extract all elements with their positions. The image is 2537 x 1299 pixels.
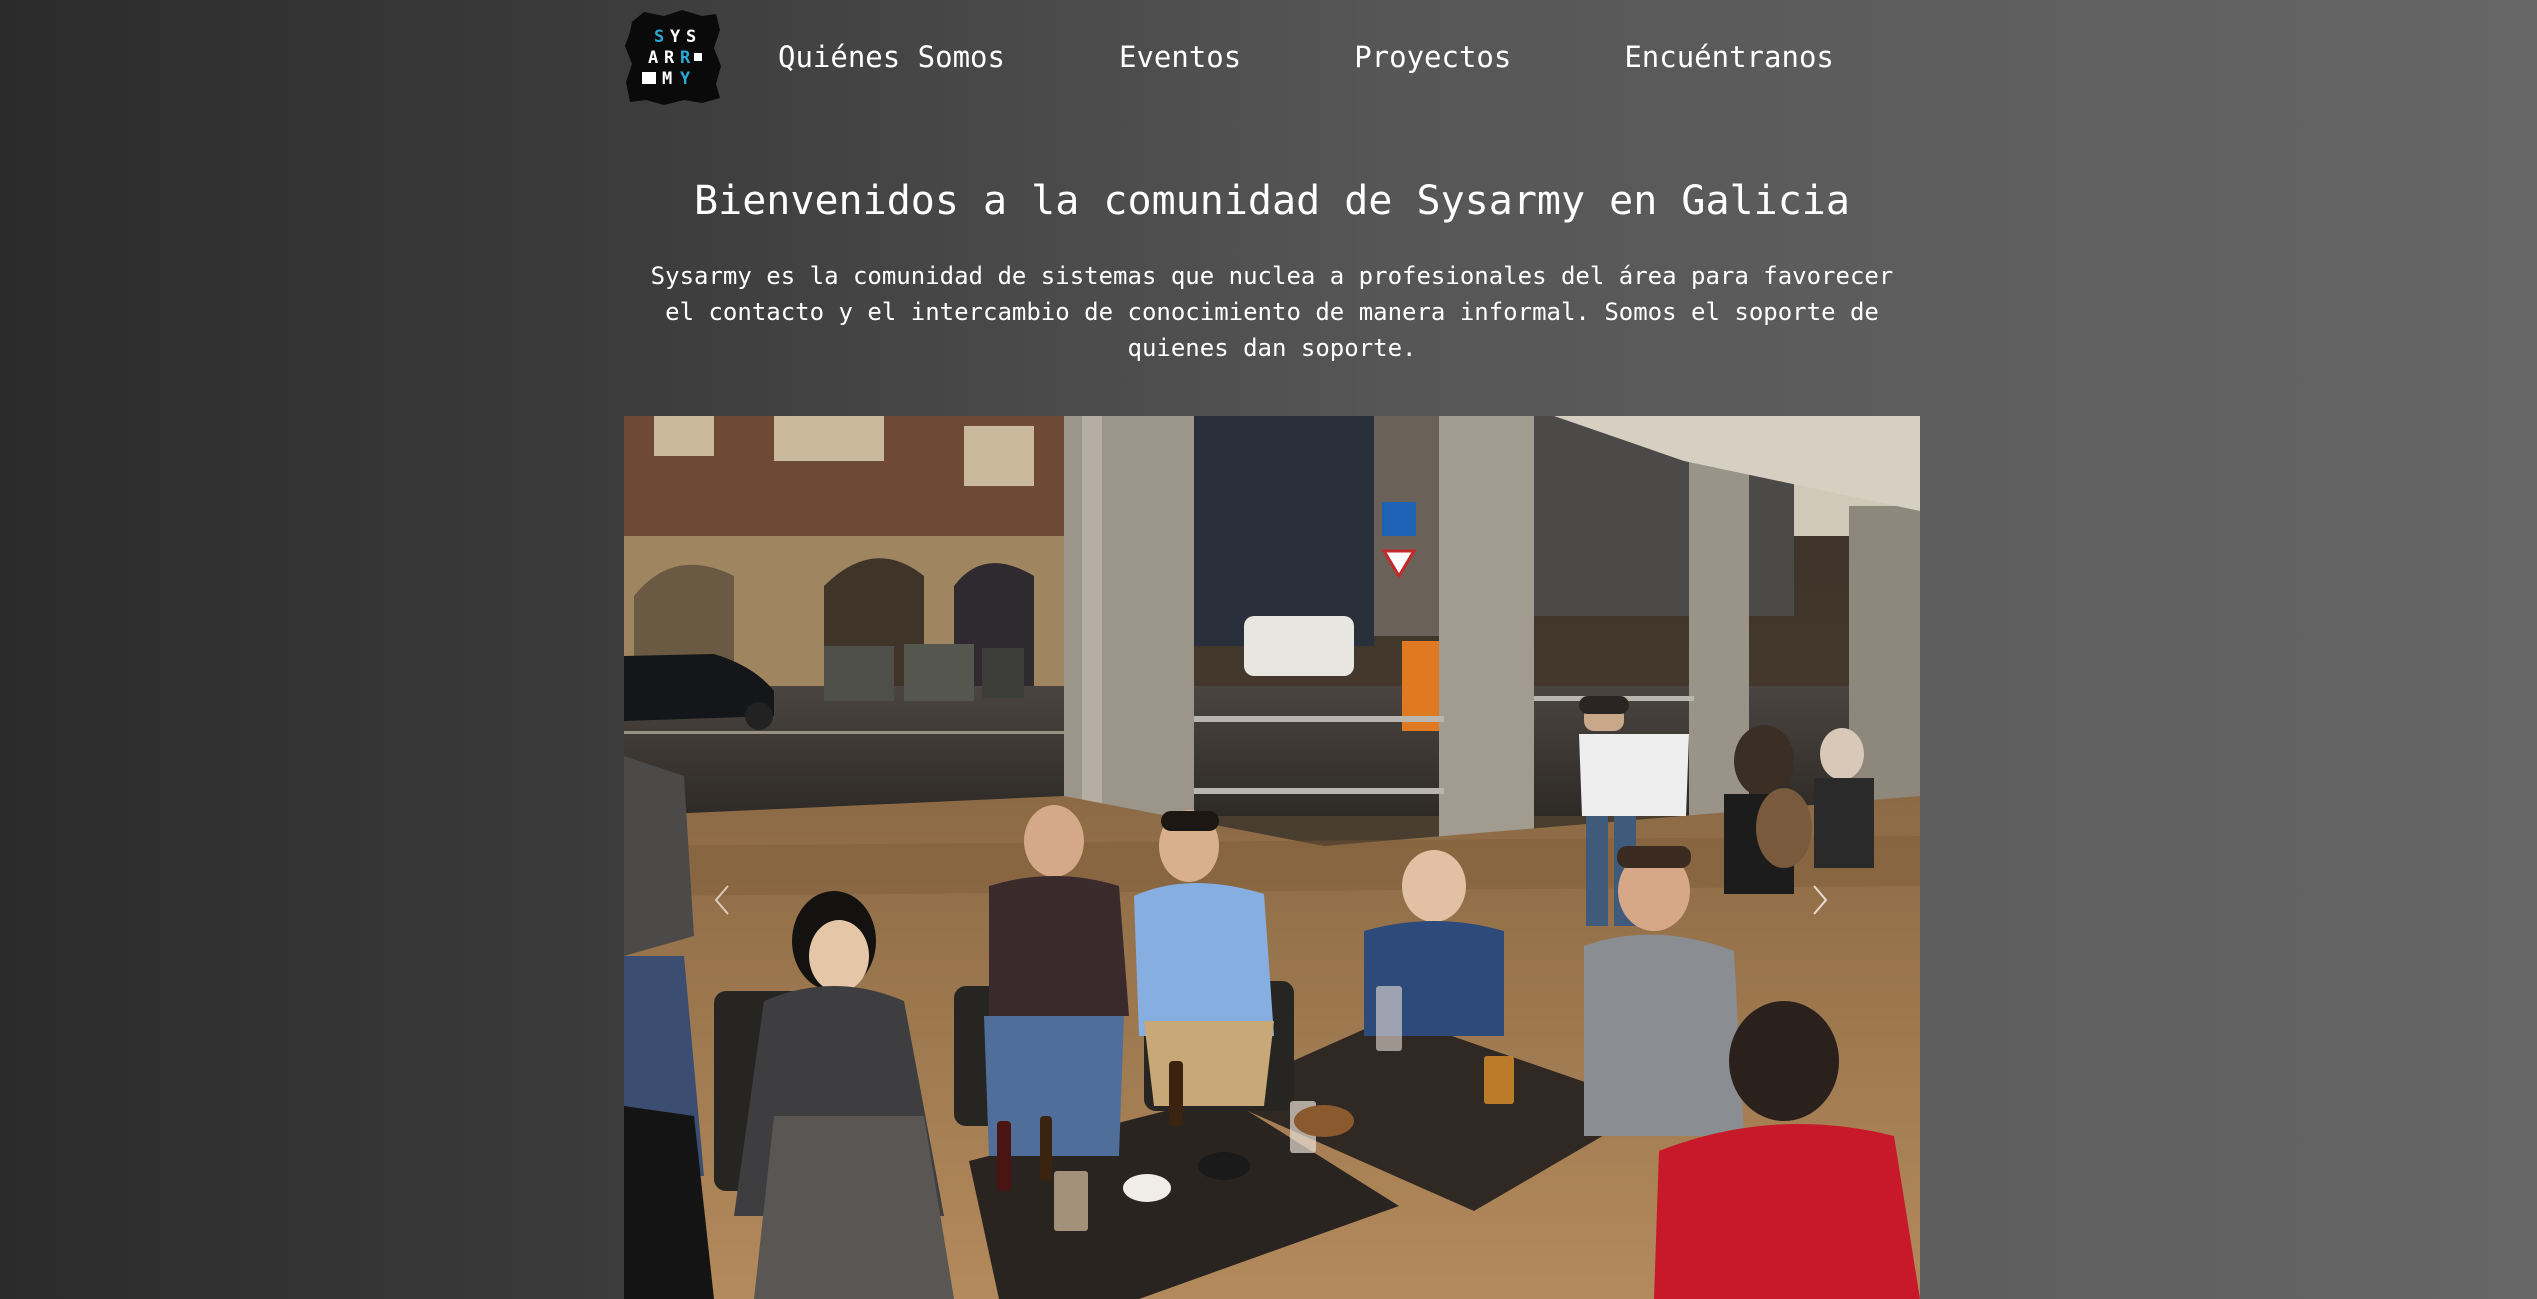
intro-paragraph: Sysarmy es la comunidad de sistemas que … [650, 262, 1894, 362]
carousel-photo [624, 416, 1920, 1299]
chevron-left-icon [714, 885, 729, 915]
svg-text:M: M [662, 69, 672, 89]
svg-text:R: R [680, 48, 691, 68]
page-title: Bienvenidos a la comunidad de Sysarmy en… [694, 178, 1850, 224]
svg-text:S: S [654, 27, 664, 47]
nav-eventos[interactable]: Eventos [1119, 40, 1241, 74]
svg-text:A: A [648, 48, 658, 68]
nav-encuentranos[interactable]: Encuéntranos [1624, 40, 1834, 74]
svg-text:R: R [664, 48, 675, 68]
carousel-next-button[interactable] [1800, 870, 1840, 930]
sysarmy-logo-icon: S Y S A R R M Y [625, 10, 721, 105]
main-nav: Quiénes Somos Eventos Proyectos Encuéntr… [778, 40, 1834, 74]
carousel-prev-button[interactable] [702, 870, 742, 930]
svg-text:Y: Y [680, 69, 691, 89]
chevron-right-icon [1813, 885, 1828, 915]
site-header: S Y S A R R M Y Quiénes Somos Eventos Pr… [624, 8, 1834, 106]
svg-text:S: S [686, 27, 696, 47]
sysarmy-logo[interactable]: S Y S A R R M Y [624, 8, 722, 106]
svg-text:Y: Y [670, 27, 681, 47]
photo-carousel [624, 416, 1920, 1299]
nav-quienes-somos[interactable]: Quiénes Somos [778, 40, 1005, 74]
nav-proyectos[interactable]: Proyectos [1354, 40, 1511, 74]
